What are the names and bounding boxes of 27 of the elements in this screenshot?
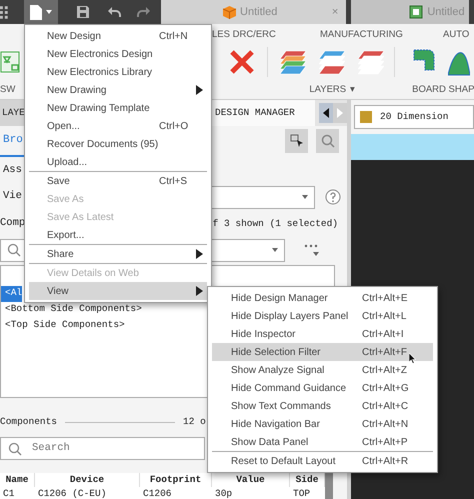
caret-icon: ▾ [350, 82, 356, 98]
tab-label: Untitled [427, 4, 465, 20]
shortcut-text: Ctrl+Alt+N [362, 418, 408, 432]
table-cell-text: C1 [2, 487, 16, 499]
shortcut-text: Ctrl+Alt+R [362, 454, 408, 468]
table-cell-text: C1206 (C-EU) [37, 487, 108, 499]
shortcut-text: Ctrl+Alt+G [362, 382, 409, 396]
section-label: Comp [0, 216, 26, 232]
shortcut-text: Ctrl+Alt+I [362, 328, 404, 342]
shortcut-text: Ctrl+N [159, 30, 188, 44]
shortcut-text: Ctrl+Alt+C [362, 400, 408, 414]
filter-summary: f 3 shown (1 selected) [212, 216, 338, 231]
tab-label: Untitled [240, 4, 278, 20]
shortcut-text: Ctrl+Alt+F [362, 346, 408, 360]
field-label: Vie [2, 189, 23, 204]
shortcut-text: Ctrl+Alt+E [362, 292, 408, 306]
table-cell-text: C1206 [142, 487, 173, 499]
section-label: Components [0, 415, 58, 430]
table-cell-text: 30p [214, 487, 234, 499]
shortcut-text: Ctrl+S [159, 174, 188, 188]
table-cell-text: TOP [292, 487, 312, 499]
shortcut-text: Ctrl+Alt+P [362, 436, 408, 450]
component-count: 12 o [183, 415, 206, 430]
shortcut-text: Ctrl+O [159, 120, 188, 134]
shortcut-text: Ctrl+Alt+L [362, 310, 406, 324]
field-label: Ass [2, 162, 23, 178]
shortcut-text: Ctrl+Alt+Z [362, 364, 408, 378]
